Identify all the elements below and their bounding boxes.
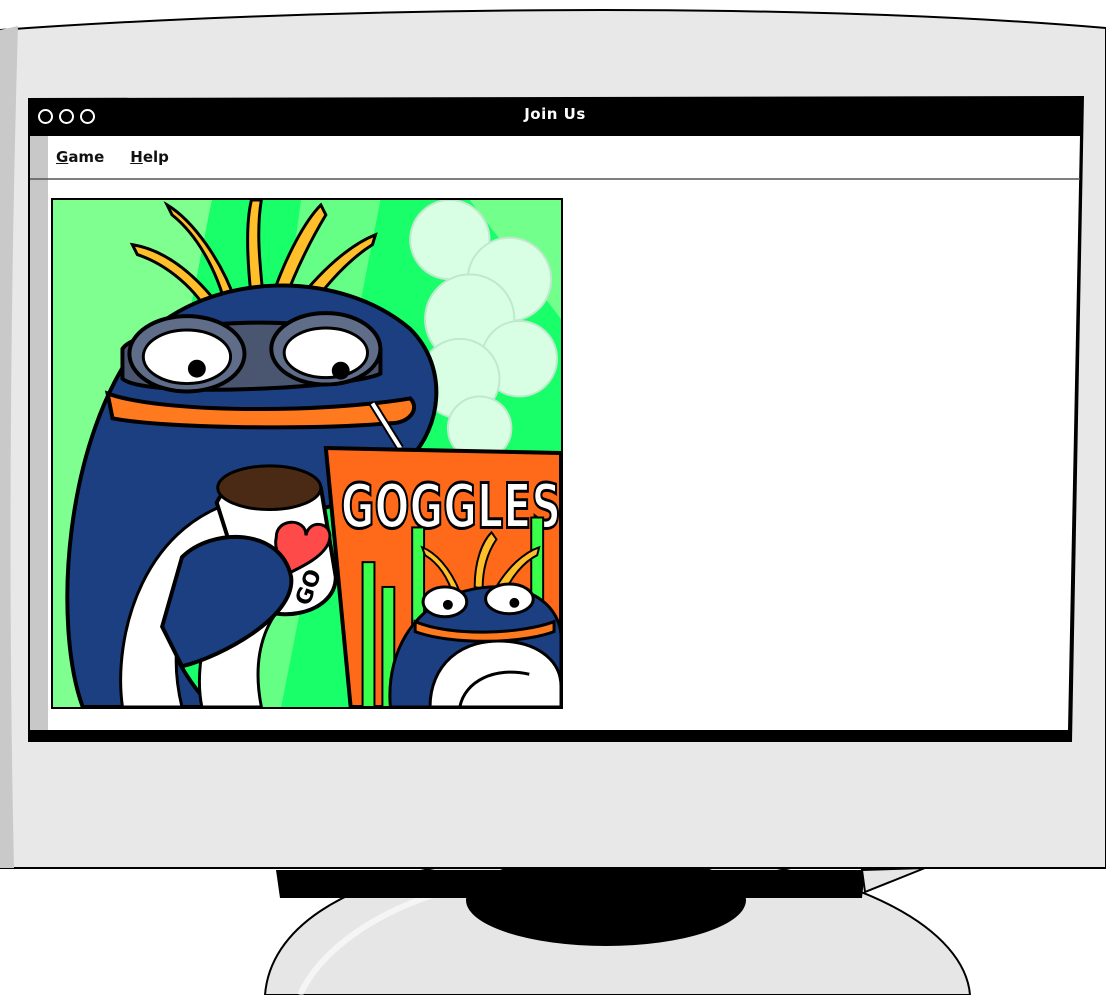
minimize-window-icon[interactable]	[59, 108, 74, 124]
menu-label-help: elp	[142, 148, 169, 166]
artwork-image: GO GOGGLES	[51, 198, 563, 709]
close-window-icon[interactable]	[38, 108, 53, 124]
desktop-scene: Join Us Game Help GO GOGGLES	[0, 0, 1106, 995]
goggles	[120, 311, 383, 394]
maximize-window-icon[interactable]	[80, 108, 95, 124]
window-title: Join Us	[524, 105, 586, 123]
menu-item-game[interactable]: Game	[56, 148, 104, 166]
menubar: Game Help	[56, 148, 169, 166]
sign-title: GOGGLES	[341, 470, 561, 542]
window-titlebar[interactable]: Join Us	[28, 96, 1082, 136]
menu-accel-game: G	[56, 148, 69, 166]
menu-item-help[interactable]: Help	[130, 148, 169, 166]
menu-accel-help: H	[130, 148, 143, 166]
menu-label-game: ame	[68, 148, 105, 166]
window-controls	[38, 108, 95, 124]
goggles-character-artwork: GO GOGGLES	[53, 200, 561, 707]
